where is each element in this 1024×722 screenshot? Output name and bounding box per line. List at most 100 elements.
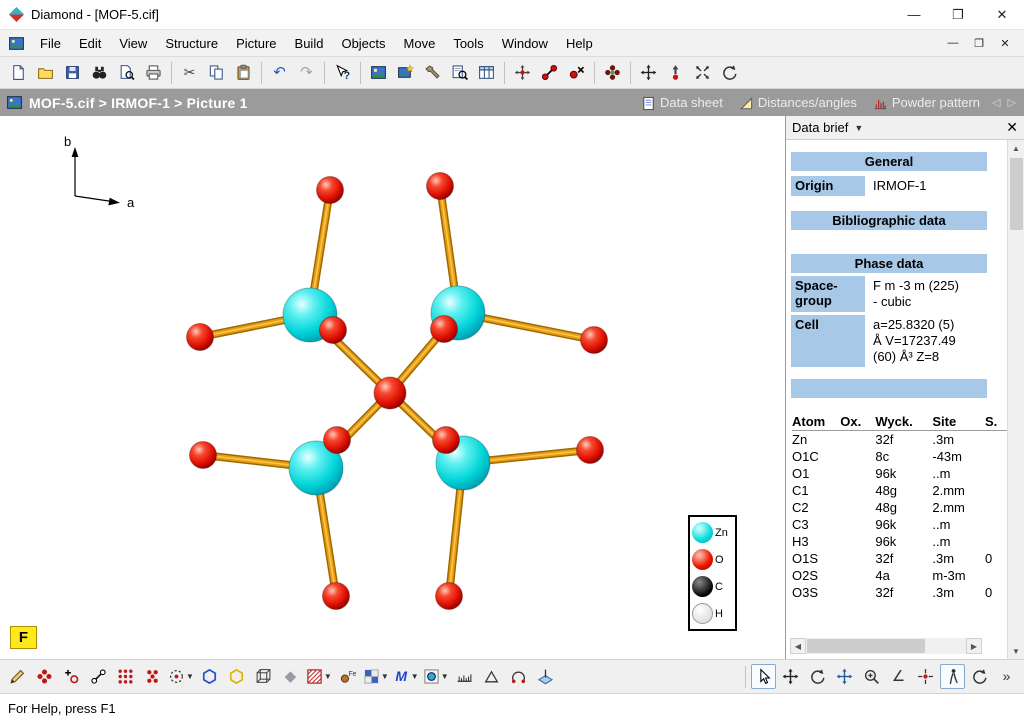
structure-canvas[interactable]: b a ZnOCH F bbox=[0, 116, 785, 659]
add-bond-button[interactable] bbox=[537, 60, 562, 85]
atom-o[interactable] bbox=[187, 324, 214, 351]
rotate-tool-button[interactable] bbox=[717, 60, 742, 85]
atom-o[interactable] bbox=[190, 442, 217, 469]
dropdown-caret-icon[interactable]: ▼ bbox=[441, 672, 449, 681]
close-button[interactable]: ✕ bbox=[980, 0, 1024, 29]
atom-table-row[interactable]: Zn32f.3m bbox=[792, 431, 1007, 448]
powder-pattern-tab[interactable]: Powder pattern bbox=[873, 95, 980, 110]
add-atom-button[interactable] bbox=[59, 664, 84, 689]
measure-plane-button[interactable] bbox=[533, 664, 558, 689]
tab-scroll-arrows[interactable]: ◁ ▷ bbox=[992, 96, 1018, 109]
hatch-style-button[interactable]: ▼ bbox=[305, 664, 333, 689]
dropdown-caret-icon[interactable]: ▼ bbox=[324, 672, 332, 681]
atom-o[interactable] bbox=[324, 427, 351, 454]
menu-objects[interactable]: Objects bbox=[332, 33, 394, 54]
gray-polyhedron-button[interactable]: ◆ bbox=[278, 664, 303, 689]
polyhedra-filled-button[interactable] bbox=[224, 664, 249, 689]
menu-file[interactable]: File bbox=[31, 33, 70, 54]
data-sheet-tab[interactable]: Data sheet bbox=[641, 95, 723, 110]
panel-close-icon[interactable]: ✕ bbox=[1006, 119, 1018, 136]
menu-picture[interactable]: Picture bbox=[227, 33, 285, 54]
spin-mode-button[interactable] bbox=[967, 664, 992, 689]
pan-mode-button[interactable] bbox=[832, 664, 857, 689]
atom-legend[interactable]: ZnOCH bbox=[688, 515, 737, 631]
resize-tool-button[interactable] bbox=[690, 60, 715, 85]
preview-document-button[interactable] bbox=[447, 60, 472, 85]
atom-table-row[interactable]: C396k..m bbox=[792, 516, 1007, 533]
save-button[interactable] bbox=[60, 60, 85, 85]
fill-cell-button[interactable] bbox=[113, 664, 138, 689]
menu-window[interactable]: Window bbox=[493, 33, 557, 54]
model-style-button[interactable]: M▼ bbox=[392, 664, 420, 689]
scroll-left-icon[interactable]: ◀ bbox=[790, 638, 806, 654]
picture-wizard-button[interactable] bbox=[393, 60, 418, 85]
render-style-button[interactable]: ▼ bbox=[422, 664, 450, 689]
draw-pen-button[interactable] bbox=[5, 664, 30, 689]
find-button[interactable] bbox=[87, 60, 112, 85]
atom-o[interactable] bbox=[427, 173, 454, 200]
atom-o[interactable] bbox=[436, 583, 463, 610]
atom-design-button[interactable]: Fe bbox=[335, 664, 360, 689]
data-table-button[interactable] bbox=[474, 60, 499, 85]
distances-angles-tab[interactable]: Distances/angles bbox=[739, 95, 857, 110]
measure-torsion-button[interactable] bbox=[506, 664, 531, 689]
pattern-style-button[interactable]: ▼ bbox=[362, 664, 390, 689]
breadcrumb[interactable]: MOF-5.cif > IRMOF-1 > Picture 1 bbox=[29, 95, 248, 111]
dropdown-caret-icon[interactable]: ▼ bbox=[186, 672, 194, 681]
atom-o[interactable] bbox=[323, 583, 350, 610]
atom-table-row[interactable]: C248g2.mm bbox=[792, 499, 1007, 516]
new-document-button[interactable] bbox=[6, 60, 31, 85]
atom-o[interactable] bbox=[317, 177, 344, 204]
dropdown-caret-icon[interactable]: ▼ bbox=[381, 672, 389, 681]
atom-o[interactable] bbox=[431, 316, 458, 343]
translate-tool-button[interactable] bbox=[636, 60, 661, 85]
print-preview-button[interactable] bbox=[114, 60, 139, 85]
view-angle-mode-button[interactable]: ∠ bbox=[886, 664, 911, 689]
zoom-mode-button[interactable] bbox=[859, 664, 884, 689]
atom-table-row[interactable]: O196k..m bbox=[792, 465, 1007, 482]
minimize-button[interactable]: — bbox=[892, 0, 936, 29]
measure-angle-button[interactable] bbox=[479, 664, 504, 689]
print-button[interactable] bbox=[141, 60, 166, 85]
context-help-button[interactable]: ? bbox=[330, 60, 355, 85]
build-molecules-button[interactable] bbox=[600, 60, 625, 85]
atom-table-row[interactable]: H396k..m bbox=[792, 533, 1007, 550]
menu-help[interactable]: Help bbox=[557, 33, 602, 54]
shift-tool-button[interactable] bbox=[663, 60, 688, 85]
atom-table-row[interactable]: O1S32f.3m0 bbox=[792, 550, 1007, 567]
vertical-scrollbar[interactable]: ▲ ▼ bbox=[1007, 140, 1024, 659]
panel-menu-caret-icon[interactable]: ▼ bbox=[854, 123, 863, 133]
menu-edit[interactable]: Edit bbox=[70, 33, 110, 54]
crosshair-mode-button[interactable] bbox=[913, 664, 938, 689]
atom-table-row[interactable]: C148g2.mm bbox=[792, 482, 1007, 499]
cut-button[interactable]: ✂ bbox=[177, 60, 202, 85]
menu-structure[interactable]: Structure bbox=[156, 33, 227, 54]
open-file-button[interactable] bbox=[33, 60, 58, 85]
vertical-scroll-thumb[interactable] bbox=[1010, 158, 1023, 230]
maximize-button[interactable]: ❐ bbox=[936, 0, 980, 29]
rotate-mode-button[interactable] bbox=[805, 664, 830, 689]
redo-button[interactable]: ↷ bbox=[294, 60, 319, 85]
dropdown-caret-icon[interactable]: ▼ bbox=[411, 672, 419, 681]
tracking-mode-button[interactable] bbox=[940, 664, 965, 689]
new-picture-button[interactable] bbox=[366, 60, 391, 85]
build-tools-button[interactable] bbox=[420, 60, 445, 85]
atom-table-row[interactable]: O2S4am-3m bbox=[792, 567, 1007, 584]
complete-molecules-button[interactable] bbox=[140, 664, 165, 689]
measure-distance-button[interactable] bbox=[452, 664, 477, 689]
menu-move[interactable]: Move bbox=[395, 33, 445, 54]
paste-button[interactable] bbox=[231, 60, 256, 85]
horizontal-scroll-thumb[interactable] bbox=[807, 639, 925, 653]
atom-table-row[interactable]: O1C8c-43m bbox=[792, 448, 1007, 465]
polyhedra-outline-button[interactable] bbox=[197, 664, 222, 689]
atom-o[interactable] bbox=[577, 437, 604, 464]
scroll-up-icon[interactable]: ▲ bbox=[1008, 140, 1024, 156]
delete-atom-button[interactable] bbox=[564, 60, 589, 85]
scroll-right-icon[interactable]: ▶ bbox=[966, 638, 982, 654]
menu-tools[interactable]: Tools bbox=[444, 33, 492, 54]
document-icon[interactable] bbox=[8, 35, 25, 52]
move-atom-button[interactable] bbox=[510, 60, 535, 85]
coordination-sphere-button[interactable]: ▼ bbox=[167, 664, 195, 689]
mdi-close-button[interactable]: ✕ bbox=[992, 33, 1018, 53]
atom-table-row[interactable]: O3S32f.3m0 bbox=[792, 584, 1007, 601]
